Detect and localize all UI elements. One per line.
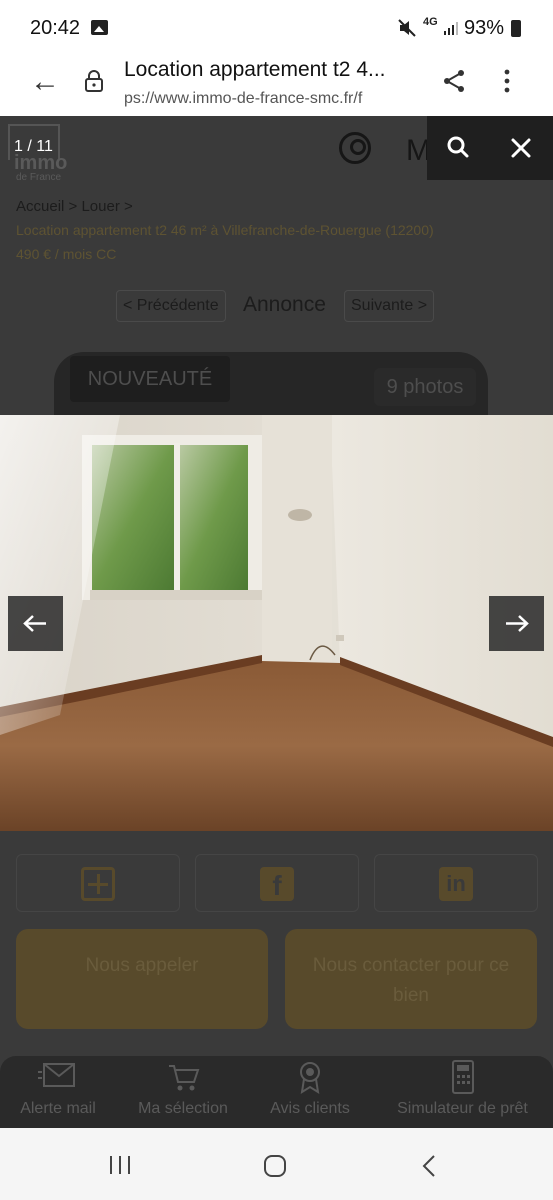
award-icon	[300, 1062, 320, 1094]
nav-label: Simulateur de prêt	[397, 1100, 528, 1117]
battery-icon	[511, 20, 521, 37]
call-button[interactable]: Nous appeler	[16, 929, 268, 1029]
annonce-label: Annonce	[243, 293, 326, 316]
listing-title: Location appartement t2 46 m² à Villefra…	[16, 222, 434, 238]
calculator-icon	[451, 1060, 474, 1094]
share-icon[interactable]	[442, 68, 466, 94]
system-navigation-bar	[0, 1128, 553, 1200]
listing-price: 490 € / mois CC	[16, 246, 117, 262]
breadcrumb[interactable]: Accueil > Louer >	[16, 198, 133, 215]
home-icon[interactable]	[263, 1154, 287, 1178]
next-photo-arrow-icon[interactable]	[489, 596, 544, 651]
nav-label: Avis clients	[270, 1100, 350, 1117]
nav-label: Alerte mail	[20, 1100, 96, 1117]
nav-ma-selection[interactable]: Ma sélection	[128, 1060, 238, 1118]
status-time: 20:42	[30, 17, 81, 39]
nav-simulateur-pret[interactable]: Simulateur de prêt	[380, 1060, 545, 1118]
linkedin-icon: in	[439, 867, 473, 901]
add-icon	[81, 867, 115, 901]
account-icon[interactable]	[339, 132, 371, 164]
browser-toolbar: ← Location appartement t2 4... ps://www.…	[0, 58, 553, 116]
photo-counter: 1 / 11	[14, 138, 53, 155]
next-listing-button[interactable]: Suivante >	[344, 290, 435, 322]
page-url[interactable]: ps://www.immo-de-france-smc.fr/f	[124, 90, 420, 108]
gallery-notification-icon	[91, 20, 108, 35]
network-type: 4G	[423, 16, 438, 28]
contact-button[interactable]: Nous contacter pour ce bien	[285, 929, 537, 1029]
room-photo[interactable]	[0, 415, 553, 831]
page-title[interactable]: Location appartement t2 4...	[124, 58, 424, 82]
zoom-search-icon[interactable]	[442, 131, 476, 165]
recent-apps-icon[interactable]	[108, 1154, 132, 1176]
close-icon[interactable]	[504, 131, 538, 165]
facebook-share-tile[interactable]: f	[195, 854, 359, 912]
battery-percent: 93%	[464, 17, 505, 39]
lock-icon[interactable]	[84, 69, 104, 93]
mail-icon	[38, 1063, 75, 1087]
site-logo-sub: de France	[16, 172, 62, 183]
previous-photo-arrow-icon[interactable]	[8, 596, 63, 651]
mute-icon	[398, 19, 416, 37]
nav-alerte-mail[interactable]: Alerte mail	[8, 1060, 108, 1118]
more-options-icon[interactable]	[500, 68, 514, 94]
facebook-icon: f	[260, 867, 294, 901]
back-arrow-icon[interactable]: ←	[30, 67, 60, 97]
new-badge: NOUVEAUTÉ	[70, 356, 230, 402]
status-bar: 20:42 4G 93%	[0, 0, 553, 58]
signal-icon	[444, 22, 458, 35]
nav-label: Ma sélection	[138, 1100, 228, 1117]
bottom-navigation: Alerte mail Ma sélection Avis clients Si…	[0, 1056, 553, 1128]
linkedin-share-tile[interactable]: in	[374, 854, 538, 912]
system-back-icon[interactable]	[420, 1154, 440, 1178]
cart-icon	[169, 1065, 200, 1091]
add-selection-tile[interactable]	[16, 854, 180, 912]
photo-count-badge[interactable]: 9 photos	[374, 368, 476, 406]
nav-avis-clients[interactable]: Avis clients	[260, 1060, 360, 1118]
previous-listing-button[interactable]: < Précédente	[116, 290, 226, 322]
